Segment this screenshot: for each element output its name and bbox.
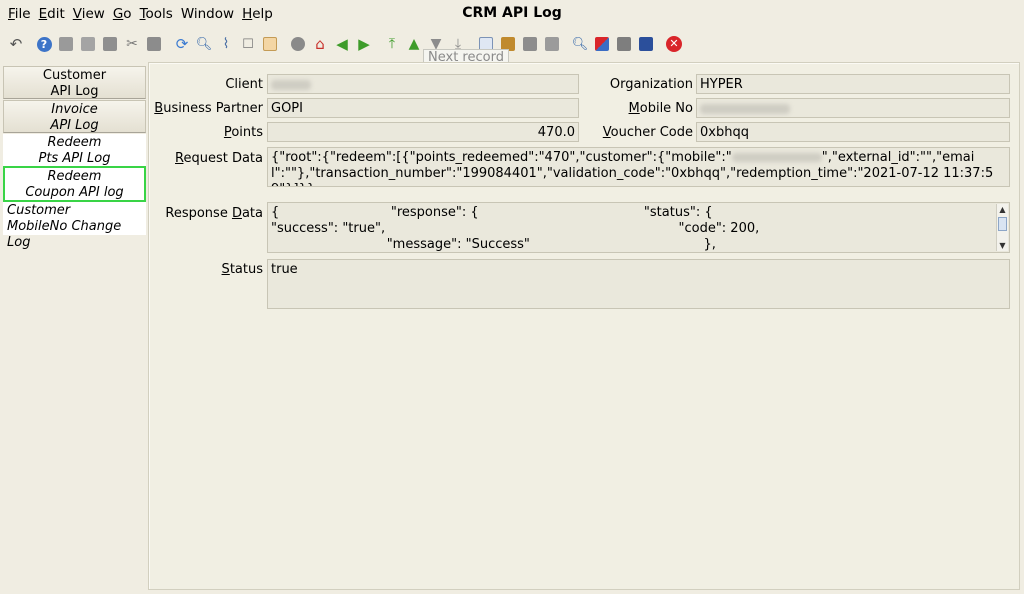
find-icon[interactable]: 🔍︎: [195, 35, 213, 53]
nav-label: Invoice: [51, 102, 98, 117]
nav-label: Redeem: [47, 169, 102, 184]
redacted-value: [700, 103, 790, 114]
menu-item[interactable]: View: [71, 6, 111, 22]
nav-customer-mobileno-change-log[interactable]: Customer MobileNo Change Log: [3, 202, 146, 250]
menu-mnemonic: G: [112, 6, 124, 22]
response-line: "message": "Success" },: [271, 237, 716, 252]
response-data-field[interactable]: { "response": { "status": { "success": "…: [267, 202, 1010, 253]
menu-label: ile: [14, 6, 31, 22]
close-window-icon[interactable]: ✕: [665, 35, 683, 53]
nav-redeem-coupon-api-log[interactable]: Redeem Coupon API log: [3, 166, 146, 202]
zoom-across-icon[interactable]: 🔍︎: [571, 35, 589, 53]
request-data-field[interactable]: {"root":{"redeem":[{"points_redeemed":"4…: [267, 147, 1010, 187]
history-icon[interactable]: [289, 35, 307, 53]
refresh-icon[interactable]: ⟳: [173, 35, 191, 53]
product-info-icon[interactable]: [615, 35, 633, 53]
mobile-no-label: Mobile No: [628, 101, 693, 116]
scroll-thumb[interactable]: [998, 217, 1007, 231]
mobile-no-field[interactable]: [696, 98, 1010, 118]
toolbar: ↶ ? ✂ ⟳ 🔍︎ ⌇ ☐ ⌂ ◀ ▶ ⤒ ▲ ▼ ⤓ 🔍︎ ✕: [0, 30, 1024, 58]
nav-redeem-pts-api-log[interactable]: Redeem Pts API Log: [3, 134, 146, 167]
workflow-icon[interactable]: [637, 35, 655, 53]
nav-label: API Log: [50, 84, 99, 99]
business-partner-field[interactable]: GOPI: [267, 98, 579, 118]
menu-mnemonic: H: [242, 6, 253, 22]
response-data-label: Response Data: [165, 206, 263, 221]
client-field[interactable]: [267, 74, 579, 94]
redacted-value: [731, 153, 822, 162]
first-record-icon[interactable]: ⤒: [383, 35, 401, 53]
nav-label: Redeem: [47, 135, 102, 150]
chat-icon[interactable]: ☐: [239, 35, 257, 53]
delete-selection-icon[interactable]: ✂: [123, 35, 141, 53]
nav-label: Coupon API log: [25, 185, 124, 200]
menu-item[interactable]: Tools: [138, 6, 179, 22]
menu-item[interactable]: Help: [240, 6, 279, 22]
response-scrollbar[interactable]: ▲ ▼: [996, 204, 1008, 251]
nav-invoice-api-log[interactable]: Invoice API Log: [3, 100, 146, 133]
menu-label: Window: [180, 6, 235, 22]
voucher-code-label: Voucher Code: [602, 125, 693, 140]
menu-label: elp: [252, 6, 273, 22]
previous-record-icon[interactable]: ▲: [405, 35, 423, 53]
new-icon[interactable]: [57, 35, 75, 53]
points-label: Points: [223, 125, 263, 140]
form-panel: Client Organization HYPER Business Partn…: [148, 62, 1020, 590]
print-icon[interactable]: [521, 35, 539, 53]
voucher-code-field[interactable]: 0xbhqq: [696, 122, 1010, 142]
organization-label: Organization: [609, 77, 693, 92]
menu-label: iew: [81, 6, 105, 22]
nav-label: Customer: [42, 68, 107, 83]
help-icon[interactable]: ?: [35, 35, 53, 53]
client-label: Client: [225, 77, 263, 92]
grid-toggle-icon[interactable]: [261, 35, 279, 53]
menu-item[interactable]: Edit: [37, 6, 71, 22]
nav-label: Customer: [7, 203, 71, 218]
redacted-value: [271, 79, 311, 90]
undo-icon[interactable]: ↶: [7, 35, 25, 53]
print-preview-icon[interactable]: [543, 35, 561, 53]
scroll-up-icon[interactable]: ▲: [997, 204, 1008, 215]
save-icon[interactable]: [145, 35, 163, 53]
menu-mnemonic: E: [38, 6, 48, 22]
nav-label: Pts API Log: [38, 151, 111, 166]
response-line: { "response": { "status": {: [271, 205, 713, 220]
menu-item[interactable]: Go: [111, 6, 138, 22]
request-icon[interactable]: [593, 35, 611, 53]
menu-label: ools: [145, 6, 173, 22]
left-nav: Customer API Log Invoice API Log Redeem …: [3, 66, 148, 586]
nav-label: API Log: [50, 118, 99, 133]
forward-icon[interactable]: ▶: [355, 35, 373, 53]
menu-label: o: [123, 6, 132, 22]
status-field[interactable]: true: [267, 259, 1010, 309]
menu-bar: File Edit View Go Tools Window Help: [0, 0, 1024, 28]
copy-icon[interactable]: [79, 35, 97, 53]
nav-label: MobileNo Change Log: [7, 219, 122, 250]
home-icon[interactable]: ⌂: [311, 35, 329, 53]
scroll-down-icon[interactable]: ▼: [997, 240, 1008, 251]
status-label: Status: [221, 262, 263, 277]
business-partner-label: Business Partner: [154, 101, 263, 116]
response-line: "success": "true", "code": 200,: [271, 221, 760, 236]
nav-customer-api-log[interactable]: Customer API Log: [3, 66, 146, 99]
menu-label: dit: [47, 6, 65, 22]
points-field[interactable]: 470.0: [267, 122, 579, 142]
request-data-label: Request Data: [175, 151, 263, 166]
menu-mnemonic: F: [8, 6, 15, 22]
attachment-icon[interactable]: ⌇: [217, 35, 235, 53]
menu-item[interactable]: Window: [179, 6, 240, 22]
request-text: {"root":{"redeem":[{"points_redeemed":"4…: [271, 150, 732, 165]
organization-field[interactable]: HYPER: [696, 74, 1010, 94]
back-icon[interactable]: ◀: [333, 35, 351, 53]
delete-icon[interactable]: [101, 35, 119, 53]
menu-mnemonic: V: [72, 6, 82, 22]
menu-item[interactable]: File: [6, 6, 37, 22]
